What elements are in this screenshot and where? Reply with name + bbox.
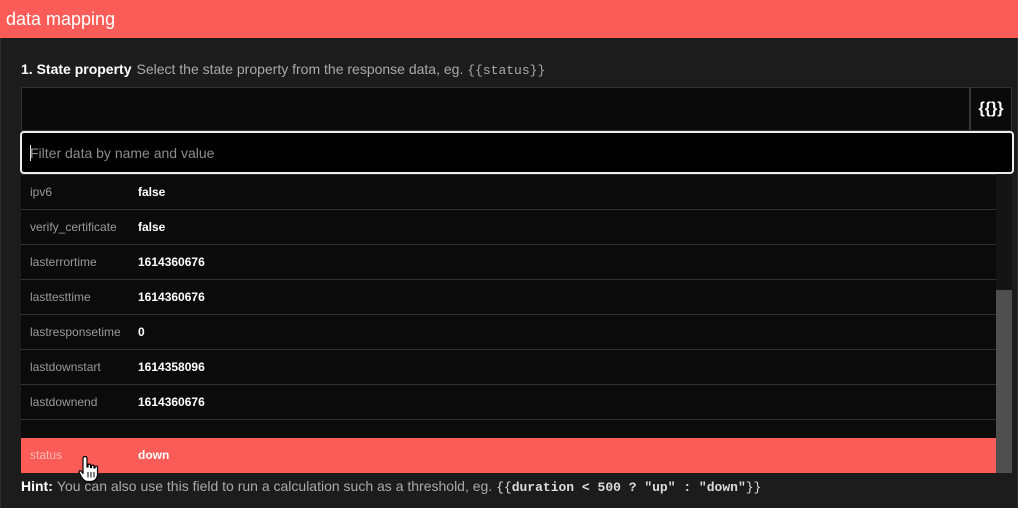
description-text: Select the state property from the respo… [136, 61, 464, 77]
row-value: false [138, 185, 166, 199]
hand-pointer-icon [78, 455, 99, 483]
row-key: verify_certificate [30, 220, 117, 234]
list-item-status-selected[interactable]: status down [21, 438, 996, 473]
data-dropdown-list[interactable]: type http ipv6 false verify_certificate … [21, 158, 996, 473]
hint-code-close: }} [745, 480, 762, 495]
list-item-ipv6[interactable]: ipv6 false [21, 175, 996, 210]
list-item-lastdownstart[interactable]: lastdownstart 1614358096 [21, 350, 996, 385]
filter-field[interactable] [20, 131, 1014, 174]
list-item-lasttesttime[interactable]: lasttesttime 1614360676 [21, 280, 996, 315]
hint-label: Hint: [21, 478, 53, 494]
row-key: lasttesttime [30, 290, 91, 304]
state-property-input[interactable] [21, 87, 970, 131]
row-value: down [138, 448, 170, 462]
row-value: 1614360676 [138, 255, 205, 269]
description-example: {{status}} [467, 63, 546, 78]
panel-title: data mapping [0, 0, 1018, 38]
state-property-label: 1. State property [21, 61, 132, 77]
filter-input[interactable] [30, 133, 990, 172]
hint-text: Hint: You can also use this field to run … [21, 477, 761, 497]
row-value: 0 [138, 325, 145, 339]
hint-code-expr: duration < 500 ? "up" : "down" [511, 480, 746, 495]
list-item-lastdownend[interactable]: lastdownend 1614360676 [21, 385, 996, 420]
row-key: ipv6 [30, 185, 53, 199]
list-item-lastresponsetime[interactable]: lastresponsetime 0 [21, 315, 996, 350]
row-value: false [138, 220, 166, 234]
hint-code: {{duration < 500 ? "up" : "down"}} [496, 480, 761, 495]
list-item-lasterrortime[interactable]: lasterrortime 1614360676 [21, 245, 996, 280]
text-caret [30, 145, 31, 161]
row-key: lastresponsetime [30, 325, 121, 339]
row-key: lasterrortime [30, 255, 97, 269]
row-value: 1614358096 [138, 360, 205, 374]
row-value: 1614360676 [138, 290, 205, 304]
hint-code-open: {{ [496, 480, 512, 495]
hint-body: You can also use this field to run a cal… [56, 478, 493, 494]
row-key: lastdownstart [30, 360, 101, 374]
dropdown-scrollbar-thumb[interactable] [996, 290, 1012, 473]
row-key: status [30, 448, 63, 462]
row-value: 1614360676 [138, 395, 205, 409]
insert-variable-button[interactable]: {{}} [970, 87, 1012, 131]
state-property-label-row: 1. State property Select the state proper… [21, 60, 545, 80]
list-item-verify-certificate[interactable]: verify_certificate false [21, 210, 996, 245]
row-key: lastdownend [30, 395, 98, 409]
state-property-description: Select the state property from the respo… [136, 61, 546, 78]
